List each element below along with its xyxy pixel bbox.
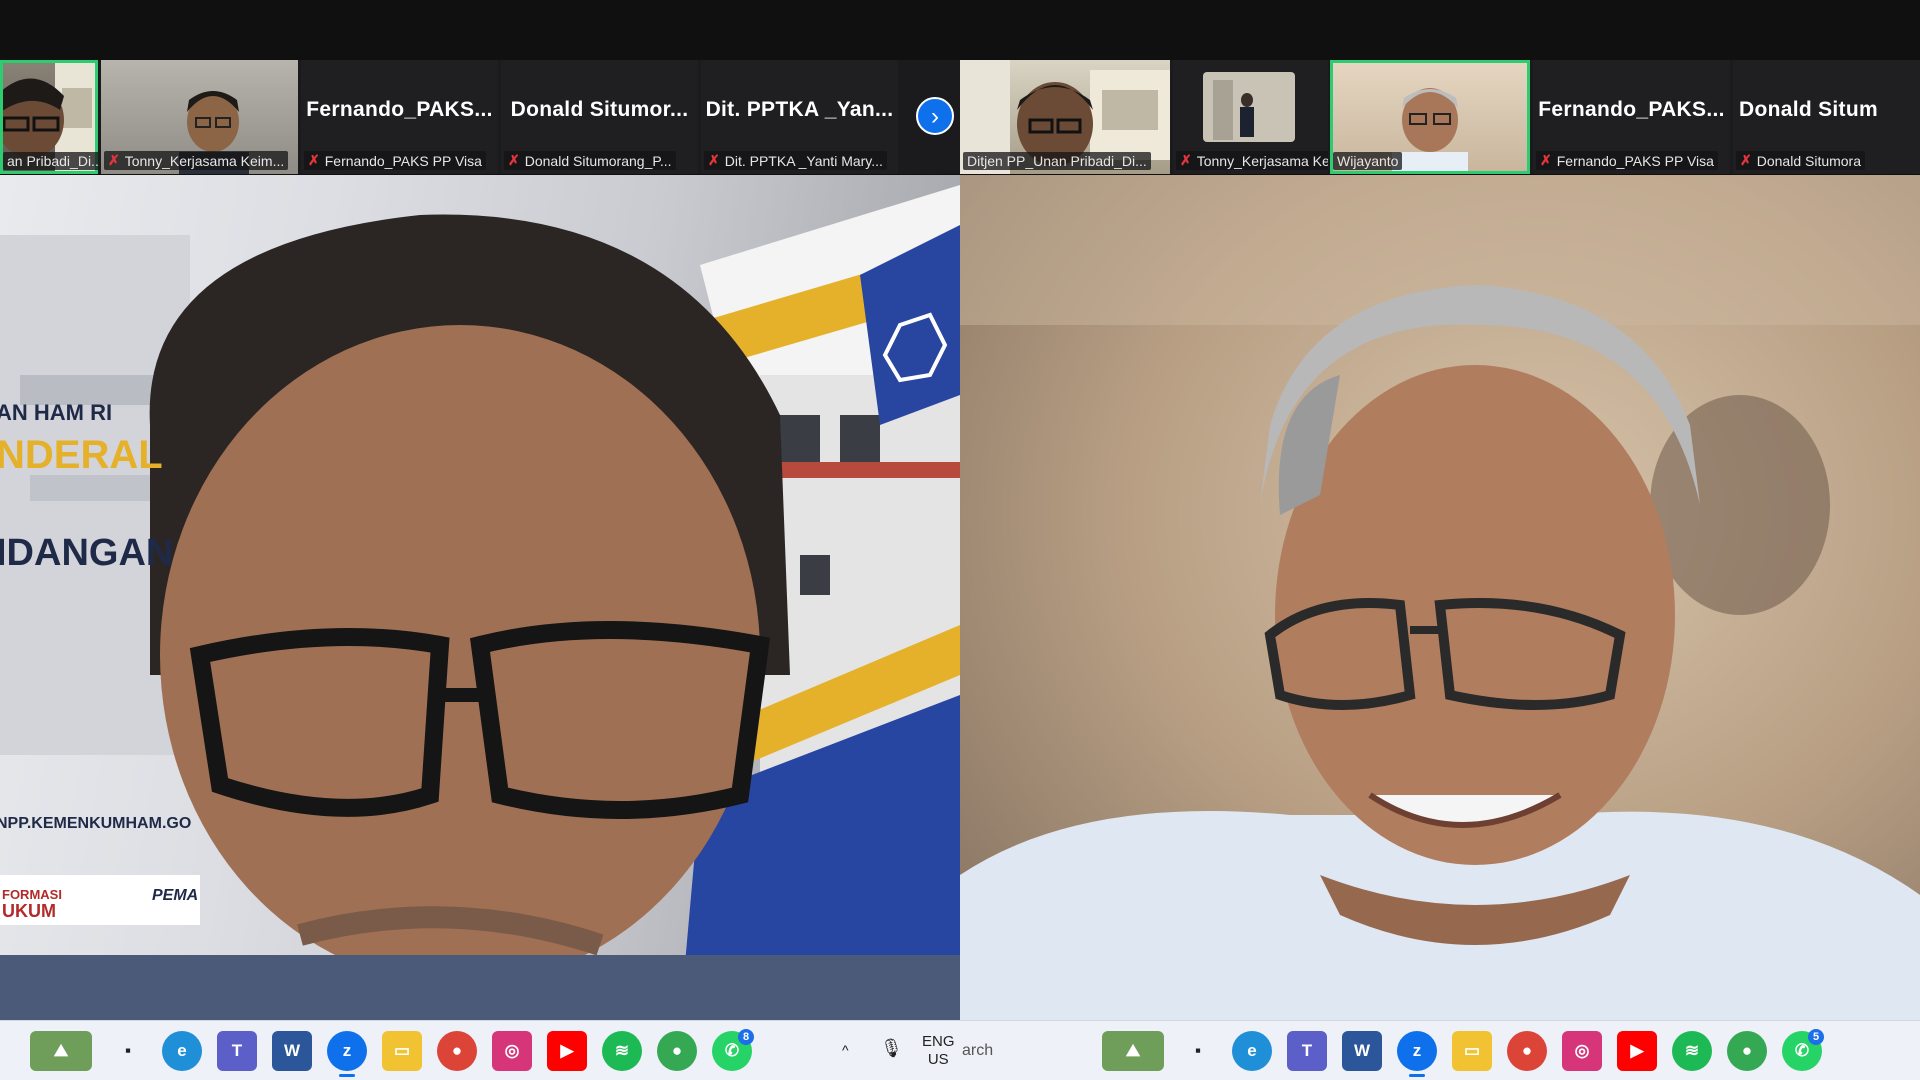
teams-icon[interactable]: T — [217, 1031, 257, 1071]
left-zoom-window: an Pribadi_Di... ✗ Tonny_Kerjasama Keim..… — [0, 0, 960, 1080]
teams-icon[interactable]: T — [1287, 1031, 1327, 1071]
file-explorer-icon[interactable]: ▭ — [1452, 1031, 1492, 1071]
participant-name: ✗ Fernando_PAKS PP Visa — [1536, 151, 1718, 170]
participant-tile[interactable]: an Pribadi_Di... — [0, 60, 98, 174]
language-code: ENG — [922, 1033, 955, 1050]
chrome-profile-icon[interactable]: ● — [1727, 1031, 1767, 1071]
active-speaker-video — [960, 175, 1920, 1020]
participant-tile[interactable]: Fernando_PAKS... ✗ Fernando_PAKS PP Visa — [301, 60, 498, 174]
participant-name: Ditjen PP_Unan Pribadi_Di... — [963, 152, 1151, 170]
task-view-icon[interactable]: ▪ — [108, 1031, 148, 1071]
whatsapp-icon[interactable]: ✆ 8 — [712, 1029, 754, 1071]
zoom-app-icon[interactable]: z — [327, 1031, 367, 1077]
participant-tile[interactable]: Donald Situmor... ✗ Donald Situmorang_P..… — [501, 60, 698, 174]
zoom-app-icon[interactable]: z — [1397, 1031, 1437, 1077]
participant-name: Wijayanto — [1333, 152, 1403, 170]
word-icon[interactable]: W — [1342, 1031, 1382, 1071]
participant-display-name: Dit. PPTKA _Yan... — [705, 98, 894, 121]
weather-widget-icon[interactable]: ⛰ — [1102, 1031, 1164, 1071]
muted-mic-icon: ✗ — [508, 152, 520, 168]
background-banner-text: UKUM — [2, 901, 56, 921]
participant-tile[interactable]: ✗Tonny_Kerjasama Keim... — [101, 60, 298, 174]
whatsapp-icon[interactable]: ✆ 5 — [1782, 1029, 1824, 1071]
muted-mic-icon: ✗ — [308, 152, 320, 168]
edge-browser-icon[interactable]: e — [162, 1031, 202, 1071]
edge-browser-icon[interactable]: e — [1232, 1031, 1272, 1071]
background-banner-text: NDERAL — [0, 433, 163, 477]
word-icon[interactable]: W — [272, 1031, 312, 1071]
right-zoom-window: Ditjen PP_Unan Pribadi_Di... ✗ Tonny_Kerj… — [960, 0, 1920, 1080]
speaker-video-frame — [0, 185, 960, 1020]
instagram-icon[interactable]: ◎ — [492, 1031, 532, 1071]
muted-mic-icon: ✗ — [1740, 152, 1752, 168]
speaker-video-frame — [960, 175, 1920, 1020]
taskbar: ⛰ ▪ e T W z ▭ ● ◎ ▶ ≋ ● ✆ 8 ^ 🎙 ENG US — [0, 1020, 960, 1080]
participant-tile[interactable]: Donald Situm ✗ Donald Situmora — [1733, 60, 1920, 174]
microphone-icon[interactable]: 🎙 — [880, 1039, 903, 1057]
muted-mic-icon: ✗ — [708, 152, 720, 168]
chrome-icon[interactable]: ● — [437, 1031, 477, 1071]
active-speaker-video: AN HAM RI NDERAL IDANGAN NPP.KEMENKUMHAM… — [0, 175, 960, 1020]
participant-name: ✗ Dit. PPTKA _Yanti Mary... — [704, 151, 887, 170]
file-explorer-icon[interactable]: ▭ — [382, 1031, 422, 1071]
language-indicator[interactable]: ENG US — [922, 1033, 955, 1069]
background-banner-text: AN HAM RI — [0, 400, 113, 425]
background-banner-text: FORMASI — [2, 887, 62, 902]
background-banner-text: PEMA — [152, 887, 199, 904]
youtube-icon[interactable]: ▶ — [547, 1031, 587, 1071]
participant-display-name: Donald Situm — [1739, 98, 1878, 121]
participant-display-name: Fernando_PAKS... — [306, 98, 493, 121]
participant-display-name: Fernando_PAKS... — [1538, 98, 1725, 121]
spotify-icon[interactable]: ≋ — [602, 1031, 642, 1071]
notification-badge: 5 — [1808, 1029, 1824, 1045]
participant-name: an Pribadi_Di... — [3, 152, 98, 170]
weather-widget-icon[interactable]: ⛰ — [30, 1031, 92, 1071]
participant-strip: an Pribadi_Di... ✗ Tonny_Kerjasama Keim..… — [0, 60, 960, 174]
muted-mic-icon: ✗ — [1180, 152, 1192, 168]
chevron-right-icon[interactable]: › — [916, 97, 954, 135]
youtube-icon[interactable]: ▶ — [1617, 1031, 1657, 1071]
participant-tile[interactable]: Fernando_PAKS... ✗ Fernando_PAKS PP Visa — [1533, 60, 1730, 174]
chrome-profile-icon[interactable]: ● — [657, 1031, 697, 1071]
keyboard-region: US — [927, 1051, 949, 1068]
participant-tile[interactable]: Dit. PPTKA _Yan... ✗ Dit. PPTKA _Yanti Ma… — [701, 60, 898, 174]
participant-strip: Ditjen PP_Unan Pribadi_Di... ✗ Tonny_Kerj… — [960, 60, 1920, 174]
spotify-icon[interactable]: ≋ — [1672, 1031, 1712, 1071]
chevron-up-icon[interactable]: ^ — [842, 1041, 849, 1059]
chrome-icon[interactable]: ● — [1507, 1031, 1547, 1071]
background-banner-text: IDANGAN — [0, 532, 174, 574]
task-view-icon[interactable]: ▪ — [1178, 1031, 1218, 1071]
participant-name: ✗ Donald Situmorang_P... — [504, 151, 676, 170]
participant-name: ✗Tonny_Kerjasama Keim... — [1176, 151, 1328, 170]
participant-tile[interactable]: Wijayanto — [1330, 60, 1530, 174]
participant-name: ✗ Donald Situmora — [1736, 151, 1866, 170]
participant-tile[interactable]: ✗Tonny_Kerjasama Keim... — [1173, 60, 1328, 174]
background-banner-text: NPP.KEMENKUMHAM.GO — [0, 815, 192, 832]
participant-tile[interactable]: Ditjen PP_Unan Pribadi_Di... — [960, 60, 1170, 174]
muted-mic-icon: ✗ — [108, 152, 120, 168]
participant-name: ✗Tonny_Kerjasama Keim... — [104, 151, 289, 170]
notification-badge: 8 — [738, 1029, 754, 1045]
participant-name: ✗ Fernando_PAKS PP Visa — [304, 151, 486, 170]
taskbar: arch ⛰ ▪ e T W z ▭ ● ◎ ▶ ≋ ● ✆ 5 — [960, 1020, 1920, 1080]
muted-mic-icon: ✗ — [1540, 152, 1552, 168]
taskbar-search-field[interactable]: arch — [960, 1031, 1102, 1071]
participant-display-name: Donald Situmor... — [510, 98, 689, 121]
instagram-icon[interactable]: ◎ — [1562, 1031, 1602, 1071]
